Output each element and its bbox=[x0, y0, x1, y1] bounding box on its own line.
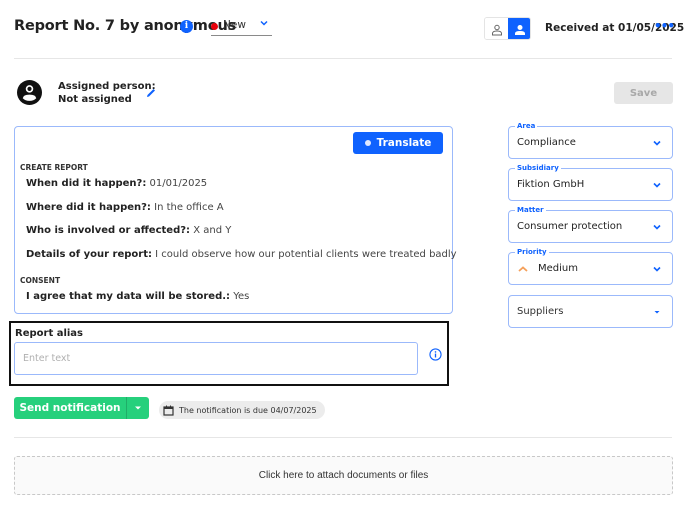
pencil-icon[interactable] bbox=[145, 87, 157, 99]
person-filled-icon bbox=[514, 24, 525, 35]
view-toggle[interactable] bbox=[484, 17, 531, 40]
status-dot-icon bbox=[211, 23, 218, 30]
report-answer: Where did it happen?: In the office A bbox=[26, 202, 224, 213]
globe-icon bbox=[364, 140, 371, 146]
calendar-icon bbox=[163, 405, 174, 416]
chevron-down-icon bbox=[653, 140, 661, 146]
area-select[interactable]: Area Compliance bbox=[508, 121, 673, 159]
caret-down-icon bbox=[654, 311, 660, 314]
header-divider bbox=[14, 58, 672, 59]
assigned-person-value: Not assigned bbox=[58, 94, 132, 105]
status-label: New bbox=[223, 19, 246, 31]
report-answer: Who is involved or affected?: X and Y bbox=[26, 225, 232, 236]
status-select[interactable]: New bbox=[211, 18, 272, 36]
send-notification-button[interactable]: Send notification bbox=[14, 397, 126, 419]
page-title: Report No. 7 by anonymous bbox=[14, 18, 237, 34]
priority-value: Medium bbox=[538, 263, 578, 274]
subsidiary-legend: Subsidiary bbox=[515, 163, 561, 173]
chevron-down-icon bbox=[653, 224, 661, 230]
report-card: Translate CREATE REPORT When did it happ… bbox=[14, 126, 457, 314]
translate-label: Translate bbox=[376, 137, 432, 149]
report-alias-input[interactable] bbox=[14, 342, 418, 375]
clipped-help-text bbox=[14, 504, 674, 509]
chevron-down-icon bbox=[653, 182, 661, 188]
priority-legend: Priority bbox=[515, 247, 549, 257]
report-alias-label: Report alias bbox=[15, 328, 84, 339]
category-value: Suppliers bbox=[517, 306, 564, 317]
section-title: CREATE REPORT bbox=[20, 163, 88, 172]
subsidiary-value: Fiktion GmbH bbox=[517, 179, 585, 190]
subsidiary-select[interactable]: Subsidiary Fiktion GmbH bbox=[508, 163, 673, 201]
caret-down-icon bbox=[135, 406, 141, 410]
category-select[interactable]: Suppliers bbox=[508, 295, 673, 328]
notification-due-badge: The notification is due 04/07/2025 bbox=[159, 401, 325, 419]
section-divider bbox=[14, 437, 672, 438]
assigned-person-label: Assigned person: bbox=[58, 81, 156, 92]
send-options-dropdown[interactable] bbox=[126, 397, 149, 419]
section-title: CONSENT bbox=[20, 276, 61, 285]
translate-button[interactable]: Translate bbox=[353, 132, 443, 154]
priority-select[interactable]: Priority Medium bbox=[508, 247, 673, 285]
attach-label: Click here to attach documents or files bbox=[258, 470, 429, 481]
report-answer: Details of your report: I could observe … bbox=[26, 249, 457, 260]
view-toggle-option-filled[interactable] bbox=[508, 18, 530, 39]
more-horizontal-icon[interactable]: ••• bbox=[654, 20, 675, 35]
report-answer: I agree that my data will be stored.: Ye… bbox=[26, 291, 250, 302]
report-alias-group: Report alias bbox=[9, 321, 449, 386]
matter-value: Consumer protection bbox=[517, 221, 623, 232]
matter-legend: Matter bbox=[515, 205, 546, 215]
report-answer: When did it happen?: 01/01/2025 bbox=[26, 178, 208, 189]
priority-medium-icon bbox=[518, 266, 528, 272]
area-value: Compliance bbox=[517, 137, 576, 148]
chevron-down-icon bbox=[653, 266, 661, 272]
matter-select[interactable]: Matter Consumer protection bbox=[508, 205, 673, 243]
avatar-icon bbox=[17, 80, 42, 105]
area-legend: Area bbox=[515, 121, 538, 131]
view-toggle-option-outline[interactable] bbox=[485, 18, 508, 39]
chevron-down-icon bbox=[260, 20, 268, 26]
notification-due-text: The notification is due 04/07/2025 bbox=[179, 405, 317, 415]
send-notification-split-button: Send notification bbox=[14, 397, 149, 419]
info-icon[interactable]: i bbox=[180, 20, 193, 33]
attach-dropzone[interactable]: Click here to attach documents or files bbox=[14, 456, 673, 495]
save-button[interactable]: Save bbox=[614, 82, 673, 104]
person-outline-icon bbox=[491, 24, 502, 35]
info-circle-icon[interactable] bbox=[429, 348, 442, 361]
